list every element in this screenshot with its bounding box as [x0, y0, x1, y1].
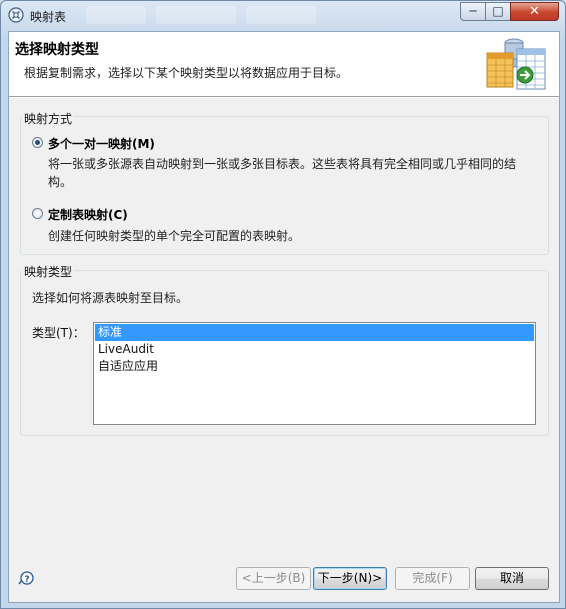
- option-many-one-to-one-label[interactable]: 多个一对一映射(M): [48, 135, 155, 152]
- radio-custom-table-mapping[interactable]: [32, 208, 43, 219]
- table-mapping-icon: [486, 38, 546, 90]
- next-button[interactable]: 下一步(N)>: [313, 567, 387, 590]
- type-label: 类型(T)：: [32, 326, 85, 340]
- title-bar-background: [86, 6, 416, 24]
- dialog-body: 选择映射类型 根据复制需求，选择以下某个映射类型以将数据应用于目标。 映射方式 …: [8, 31, 560, 603]
- list-item-adaptive-apply[interactable]: 自适应应用: [95, 358, 534, 375]
- mapping-method-legend: 映射方式: [22, 110, 75, 127]
- maximize-button[interactable]: □: [485, 2, 511, 21]
- window-title: 映射表: [30, 10, 67, 24]
- help-icon[interactable]: ?: [18, 570, 34, 586]
- option-custom-table-mapping-label[interactable]: 定制表映射(C): [48, 206, 128, 223]
- dialog-window: 映射表 ─ □ ✕ 选择映射类型 根据复制需求，选择以下某个映射类型以将数据应用…: [0, 0, 566, 609]
- cancel-button[interactable]: 取消: [475, 567, 549, 590]
- mapping-type-listbox[interactable]: 标准 LiveAudit 自适应应用: [93, 322, 536, 425]
- close-button[interactable]: ✕: [510, 2, 559, 21]
- minimize-icon: ─: [469, 4, 477, 18]
- option-many-one-to-one-description: 将一张或多张源表自动映射到一张或多张目标表。这些表将具有完全相同或几乎相同的结构…: [48, 157, 517, 189]
- list-item-standard[interactable]: 标准: [95, 324, 534, 341]
- page-title: 选择映射类型: [15, 42, 99, 58]
- header-divider: [9, 96, 559, 98]
- close-icon: ✕: [529, 4, 540, 19]
- page-description: 根据复制需求，选择以下某个映射类型以将数据应用于目标。: [24, 66, 349, 80]
- radio-many-one-to-one[interactable]: [32, 137, 43, 148]
- mapping-type-legend: 映射类型: [22, 263, 75, 280]
- app-icon: [8, 7, 24, 23]
- minimize-button[interactable]: ─: [460, 2, 486, 21]
- finish-button[interactable]: 完成(F): [395, 567, 470, 590]
- svg-text:?: ?: [24, 575, 29, 585]
- wizard-header: 选择映射类型 根据复制需求，选择以下某个映射类型以将数据应用于目标。: [9, 32, 559, 96]
- list-item-liveaudit[interactable]: LiveAudit: [95, 341, 534, 358]
- maximize-icon: □: [492, 4, 504, 18]
- mapping-type-instruction: 选择如何将源表映射至目标。: [32, 291, 189, 305]
- option-custom-table-mapping-description: 创建任何映射类型的单个完全可配置的表映射。: [48, 229, 301, 243]
- title-bar[interactable]: 映射表 ─ □ ✕: [1, 1, 566, 29]
- back-button[interactable]: <上一步(B): [236, 567, 311, 590]
